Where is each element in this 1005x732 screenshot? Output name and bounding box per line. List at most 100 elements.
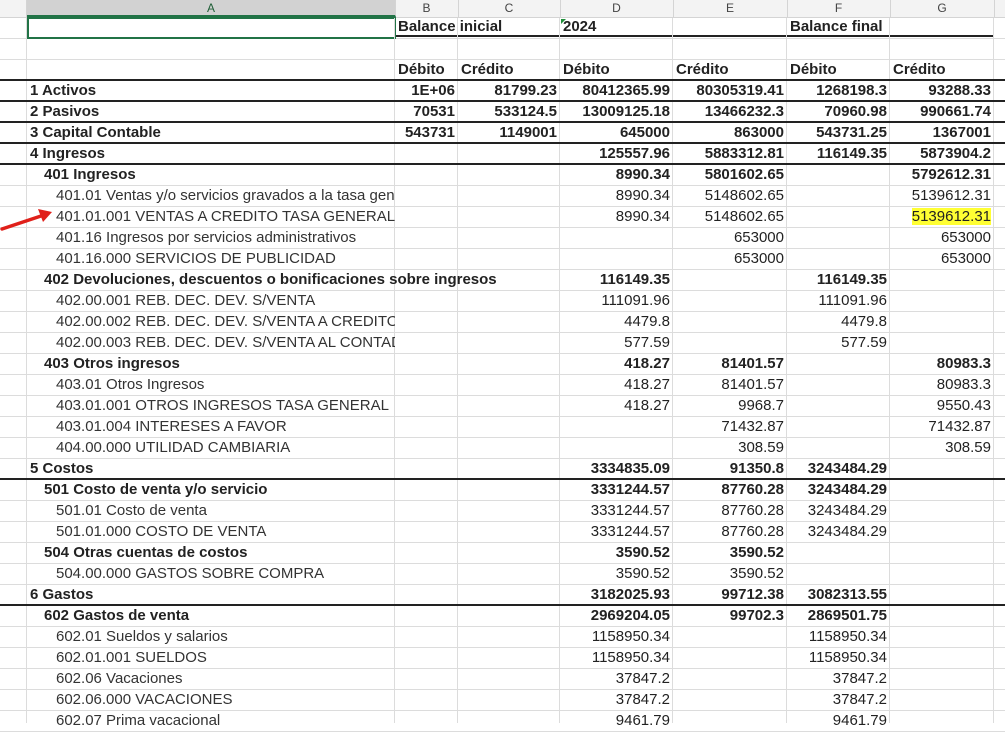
cell-c[interactable] [458,669,560,689]
cell-c[interactable] [458,501,560,521]
cell-b[interactable] [395,480,458,500]
column-header-e[interactable]: E [673,0,788,17]
selected-cell-a1[interactable] [27,17,396,39]
cell-b[interactable] [395,228,458,248]
column-header-d[interactable]: D [560,0,674,17]
account-label[interactable]: 6 Gastos [27,585,395,605]
select-all-corner[interactable] [0,0,27,17]
cell-d[interactable]: 13009125.18 [560,102,673,122]
cell-e[interactable] [673,669,787,689]
cell-c[interactable] [458,438,560,458]
cell-g[interactable] [890,711,994,731]
cell-e[interactable]: 99702.3 [673,606,787,626]
cell-d[interactable]: 418.27 [560,375,673,395]
cell-d[interactable]: 116149.35 [560,270,673,290]
account-label[interactable]: 602.01 Sueldos y salarios [27,627,395,647]
cell-c[interactable] [458,648,560,668]
cell-e[interactable]: 9968.7 [673,396,787,416]
cell-c[interactable]: 1149001 [458,123,560,143]
cell-e[interactable]: 5148602.65 [673,207,787,227]
cell-b[interactable] [395,669,458,689]
column-header-b[interactable]: B [395,0,459,17]
cell-g[interactable] [890,648,994,668]
cell-b[interactable] [395,144,458,164]
cell-e[interactable]: 99712.38 [673,585,787,605]
cell-f[interactable] [787,375,890,395]
account-label[interactable]: 1 Activos [27,81,395,101]
cell-f[interactable]: 37847.2 [787,690,890,710]
cell-b[interactable]: 70531 [395,102,458,122]
cell-e[interactable]: 308.59 [673,438,787,458]
cell-g[interactable]: 9550.43 [890,396,994,416]
debit-header-f[interactable]: Débito [787,60,890,80]
cell-c[interactable] [458,711,560,731]
cell-d[interactable]: 418.27 [560,354,673,374]
cell-f[interactable]: 111091.96 [787,291,890,311]
balance-final-label[interactable]: Balance final [787,18,994,37]
cell-d[interactable]: 8990.34 [560,165,673,185]
cell-c[interactable] [458,543,560,563]
cell-c[interactable] [458,375,560,395]
cell-f[interactable]: 1158950.34 [787,627,890,647]
cell-f[interactable]: 116149.35 [787,270,890,290]
account-label[interactable]: 4 Ingresos [27,144,395,164]
cell-e[interactable]: 87760.28 [673,501,787,521]
column-header-f[interactable]: F [787,0,891,17]
cell-g[interactable] [890,501,994,521]
cell-c[interactable]: 81799.23 [458,81,560,101]
cell-d[interactable]: 418.27 [560,396,673,416]
account-label[interactable]: 602.01.001 SUELDOS [27,648,395,668]
cell-e[interactable] [673,711,787,731]
account-label[interactable]: 3 Capital Contable [27,123,395,143]
cell-e[interactable]: 653000 [673,249,787,269]
cell-c[interactable] [458,249,560,269]
cell-e[interactable] [673,627,787,647]
account-label[interactable]: 401.01.001 VENTAS A CREDITO TASA GENERAL [27,207,395,227]
cell-b[interactable] [395,375,458,395]
cell-g[interactable] [890,627,994,647]
cell-e[interactable]: 13466232.3 [673,102,787,122]
cell-c[interactable] [458,396,560,416]
cell-d[interactable] [560,228,673,248]
cell-g[interactable]: 5873904.2 [890,144,994,164]
account-label[interactable]: 501.01 Costo de venta [27,501,395,521]
cell-e[interactable] [673,690,787,710]
cell-c[interactable] [458,606,560,626]
cell-c[interactable] [458,207,560,227]
column-header-a[interactable]: A [27,0,396,17]
cell-g[interactable] [890,543,994,563]
cell-g[interactable]: 80983.3 [890,375,994,395]
cell-e[interactable] [673,333,787,353]
cell-f[interactable]: 37847.2 [787,669,890,689]
cell-c[interactable] [458,522,560,542]
cell-d[interactable]: 1158950.34 [560,648,673,668]
cell-e[interactable]: 653000 [673,228,787,248]
account-label[interactable]: 602.06 Vacaciones [27,669,395,689]
cell-b[interactable] [395,501,458,521]
cell-c[interactable] [458,417,560,437]
cell-e[interactable]: 81401.57 [673,354,787,374]
cell-e[interactable] [673,291,787,311]
cell-e[interactable]: 5883312.81 [673,144,787,164]
cell-g[interactable]: 990661.74 [890,102,994,122]
column-header-c[interactable]: C [458,0,561,17]
cell-d[interactable]: 9461.79 [560,711,673,731]
cell-e[interactable] [673,312,787,332]
cell-b[interactable] [395,270,458,290]
cell-b[interactable] [395,291,458,311]
cell-g[interactable] [890,522,994,542]
cell-d[interactable] [560,417,673,437]
cell-g[interactable]: 80983.3 [890,354,994,374]
cell-g[interactable] [890,564,994,584]
cell-g[interactable]: 5792612.31 [890,165,994,185]
cell-f[interactable]: 4479.8 [787,312,890,332]
cell-f[interactable] [787,564,890,584]
cell-b[interactable] [395,207,458,227]
cell-g[interactable]: 5139612.31 [890,207,994,227]
cell-d[interactable]: 8990.34 [560,207,673,227]
cell-b[interactable] [395,396,458,416]
account-label[interactable]: 403.01.004 INTERESES A FAVOR [27,417,395,437]
cell-f[interactable] [787,207,890,227]
cell-c[interactable] [458,690,560,710]
cell-f[interactable]: 3243484.29 [787,480,890,500]
